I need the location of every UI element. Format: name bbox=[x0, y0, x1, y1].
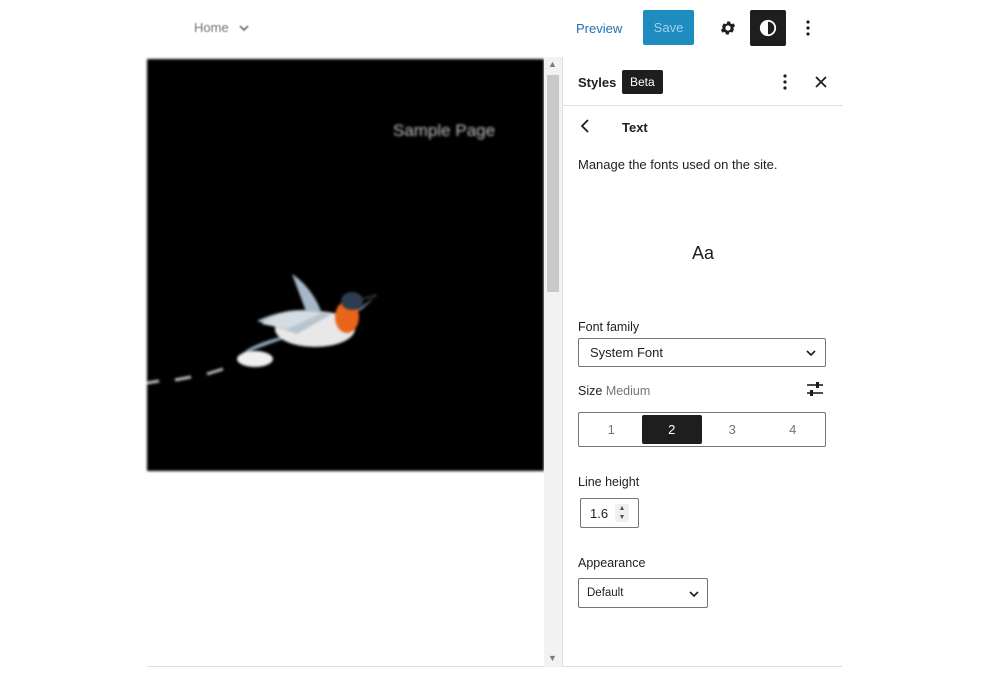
appearance-value: Default bbox=[587, 587, 624, 599]
more-vertical-icon bbox=[783, 74, 787, 90]
editor-canvas[interactable]: Sample Page ▲ ▼ bbox=[147, 57, 562, 667]
close-panel-button[interactable] bbox=[811, 71, 831, 93]
font-family-select[interactable]: System Font bbox=[578, 338, 826, 367]
styles-sidebar: Styles Beta Text Manage the fonts used o… bbox=[562, 57, 843, 667]
section-title: Text bbox=[622, 120, 648, 135]
chevron-left-icon bbox=[580, 119, 589, 133]
document-title-dropdown[interactable]: Home bbox=[194, 20, 251, 35]
back-button[interactable] bbox=[575, 116, 595, 136]
bird-image bbox=[147, 274, 378, 385]
font-size-label-text: Size bbox=[578, 384, 603, 398]
number-spinner[interactable]: ▲ ▼ bbox=[615, 504, 629, 522]
chevron-down-icon bbox=[689, 591, 699, 598]
cover-block[interactable]: Sample Page bbox=[147, 59, 544, 471]
font-size-option-4[interactable]: 4 bbox=[763, 415, 824, 444]
section-description: Manage the fonts used on the site. bbox=[578, 157, 778, 172]
settings-button[interactable] bbox=[713, 13, 743, 43]
appearance-select[interactable]: Default bbox=[578, 578, 708, 608]
save-button[interactable]: Save bbox=[643, 10, 694, 45]
styles-toggle-button[interactable] bbox=[750, 10, 786, 46]
font-size-option-1[interactable]: 1 bbox=[581, 415, 642, 444]
appearance-label: Appearance bbox=[578, 556, 646, 570]
scrollbar-thumb[interactable] bbox=[547, 75, 559, 292]
panel-options-button[interactable] bbox=[775, 71, 795, 93]
line-height-input[interactable]: 1.6 ▲ ▼ bbox=[580, 498, 639, 528]
font-size-value-label: Medium bbox=[605, 384, 651, 398]
panel-title: Styles bbox=[578, 75, 617, 90]
editor-header: Home Preview Save bbox=[147, 0, 842, 57]
more-vertical-icon bbox=[806, 20, 810, 36]
options-menu-button[interactable] bbox=[797, 13, 819, 43]
preview-button[interactable]: Preview bbox=[576, 18, 622, 40]
contrast-icon bbox=[759, 19, 777, 37]
document-title: Home bbox=[194, 20, 229, 35]
chevron-down-icon bbox=[239, 24, 249, 31]
close-icon bbox=[815, 76, 827, 88]
gear-icon bbox=[720, 21, 736, 35]
font-family-value: System Font bbox=[590, 345, 663, 360]
spin-down-icon[interactable]: ▼ bbox=[615, 513, 629, 522]
custom-size-toggle[interactable] bbox=[803, 377, 827, 401]
font-size-label: Size Medium bbox=[578, 384, 650, 398]
canvas-scrollbar[interactable]: ▲ ▼ bbox=[544, 57, 562, 667]
scroll-up-arrow-icon[interactable]: ▲ bbox=[548, 59, 557, 69]
typography-preview: Aa bbox=[691, 243, 715, 263]
line-height-label: Line height bbox=[578, 475, 640, 489]
font-family-label: Font family bbox=[578, 320, 640, 334]
panel-header: Styles Beta bbox=[563, 57, 843, 106]
font-size-picker: 1 2 3 4 bbox=[578, 412, 826, 447]
chevron-down-icon bbox=[806, 350, 816, 357]
spin-up-icon[interactable]: ▲ bbox=[615, 504, 629, 513]
settings-sliders-icon bbox=[807, 382, 823, 396]
line-height-value: 1.6 bbox=[590, 505, 609, 521]
font-size-option-2[interactable]: 2 bbox=[641, 415, 702, 444]
beta-badge: Beta bbox=[622, 70, 663, 94]
font-size-option-3[interactable]: 3 bbox=[702, 415, 763, 444]
scroll-down-arrow-icon[interactable]: ▼ bbox=[548, 653, 557, 663]
